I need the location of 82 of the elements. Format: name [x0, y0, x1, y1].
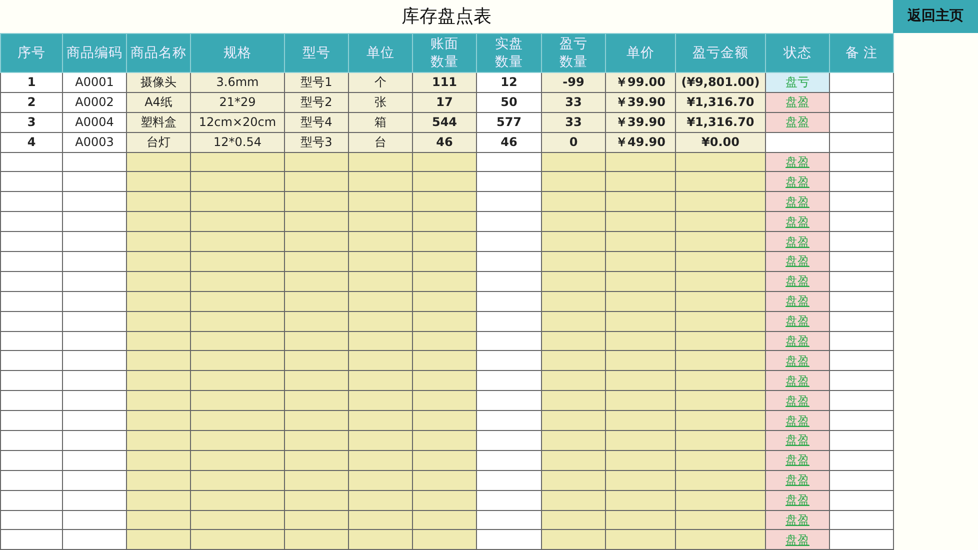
status-link[interactable]: 盘盈	[786, 414, 810, 428]
column-header: 盈亏金额	[676, 34, 766, 72]
status-cell: 盘盈	[766, 112, 830, 132]
column-header: 盈亏数量	[542, 34, 606, 72]
column-header: 商品名称	[126, 34, 190, 72]
column-header: 序号	[0, 34, 62, 72]
table-cell: ￥49.90	[606, 132, 676, 152]
table-cell: 1	[0, 72, 62, 92]
table-cell: ￥39.90	[606, 112, 676, 132]
table-cell: 12cm×20cm	[190, 112, 284, 132]
status-link[interactable]: 盘盈	[786, 294, 810, 308]
table-cell: 3.6mm	[190, 72, 284, 92]
status-link[interactable]: 盘盈	[786, 354, 810, 368]
status-link[interactable]: 盘盈	[786, 453, 810, 468]
table-cell: A4纸	[126, 92, 190, 112]
column-header: 账面数量	[412, 34, 476, 72]
column-header: 单位	[348, 34, 412, 72]
table-cell: 张	[348, 92, 412, 112]
status-link[interactable]: 盘盈	[786, 433, 810, 448]
table-cell: 2	[0, 92, 62, 112]
status-link[interactable]: 盘盈	[786, 174, 810, 189]
table-cell: 型号3	[284, 132, 348, 152]
column-header: 商品编码	[62, 34, 126, 72]
table-cell: A0003	[62, 132, 126, 152]
table-cell: 33	[542, 112, 606, 132]
table-cell: 0	[542, 132, 606, 152]
table-cell: A0002	[62, 92, 126, 112]
status-link[interactable]: 盘盈	[786, 394, 810, 408]
status-link[interactable]: 盘盈	[786, 254, 810, 268]
table-cell: ￥99.00	[606, 72, 676, 92]
column-header: 规格	[190, 34, 284, 72]
table-cell: 12*0.54	[190, 132, 284, 152]
table-cell: 33	[542, 92, 606, 112]
status-cell: 盘盈	[766, 92, 830, 112]
home-button[interactable]: 返回主页	[893, 0, 978, 33]
table-cell: 17	[412, 92, 476, 112]
table-cell: 21*29	[190, 92, 284, 112]
status-link[interactable]: 盘盈	[786, 214, 810, 229]
table-cell: 箱	[348, 112, 412, 132]
table-cell: A0001	[62, 72, 126, 92]
status-link[interactable]: 盘盈	[786, 473, 810, 488]
table-cell: ¥1,316.70	[676, 92, 766, 112]
table-cell: 12	[476, 72, 542, 92]
table-cell: 4	[0, 132, 62, 152]
column-header: 型号	[284, 34, 348, 72]
column-header: 单价	[606, 34, 676, 72]
table-cell: 塑料盒	[126, 112, 190, 132]
status-cell: 盘亏	[766, 72, 830, 92]
status-link[interactable]: 盘盈	[786, 314, 810, 328]
table-cell: 型号2	[284, 92, 348, 112]
table-cell: 摄像头	[126, 72, 190, 92]
column-header: 备 注	[830, 34, 894, 72]
status-link[interactable]: 盘盈	[786, 374, 810, 388]
status-link[interactable]: 盘盈	[786, 334, 810, 348]
table-cell: 577	[476, 112, 542, 132]
column-header: 状态	[766, 34, 830, 72]
table-cell: -99	[542, 72, 606, 92]
table-cell: A0004	[62, 112, 126, 132]
table-cell: 50	[476, 92, 542, 112]
column-header: 实盘数量	[476, 34, 542, 72]
table-cell: 型号4	[284, 112, 348, 132]
status-link[interactable]: 盘盈	[786, 532, 810, 547]
status-link[interactable]: 盘盈	[786, 194, 810, 209]
table-cell: 46	[476, 132, 542, 152]
status-link[interactable]: 盘盈	[786, 155, 810, 169]
table-cell: 3	[0, 112, 62, 132]
table-cell: 台	[348, 132, 412, 152]
table-cell: 个	[348, 72, 412, 92]
status-link[interactable]: 盘盈	[786, 274, 810, 288]
table-cell: ¥0.00	[676, 132, 766, 152]
status-link[interactable]: 盘盈	[786, 234, 810, 249]
table-cell: ￥39.90	[606, 92, 676, 112]
sheet-title: 库存盘点表	[400, 5, 492, 29]
table-cell: 型号1	[284, 72, 348, 92]
table-cell: ¥1,316.70	[676, 112, 766, 132]
table-cell: (¥9,801.00)	[676, 72, 766, 92]
table-cell: 46	[412, 132, 476, 152]
table-cell: 台灯	[126, 132, 190, 152]
status-link[interactable]: 盘盈	[786, 493, 810, 508]
table-cell: 111	[412, 72, 476, 92]
table-cell: 544	[412, 112, 476, 132]
status-link[interactable]: 盘盈	[786, 513, 810, 528]
